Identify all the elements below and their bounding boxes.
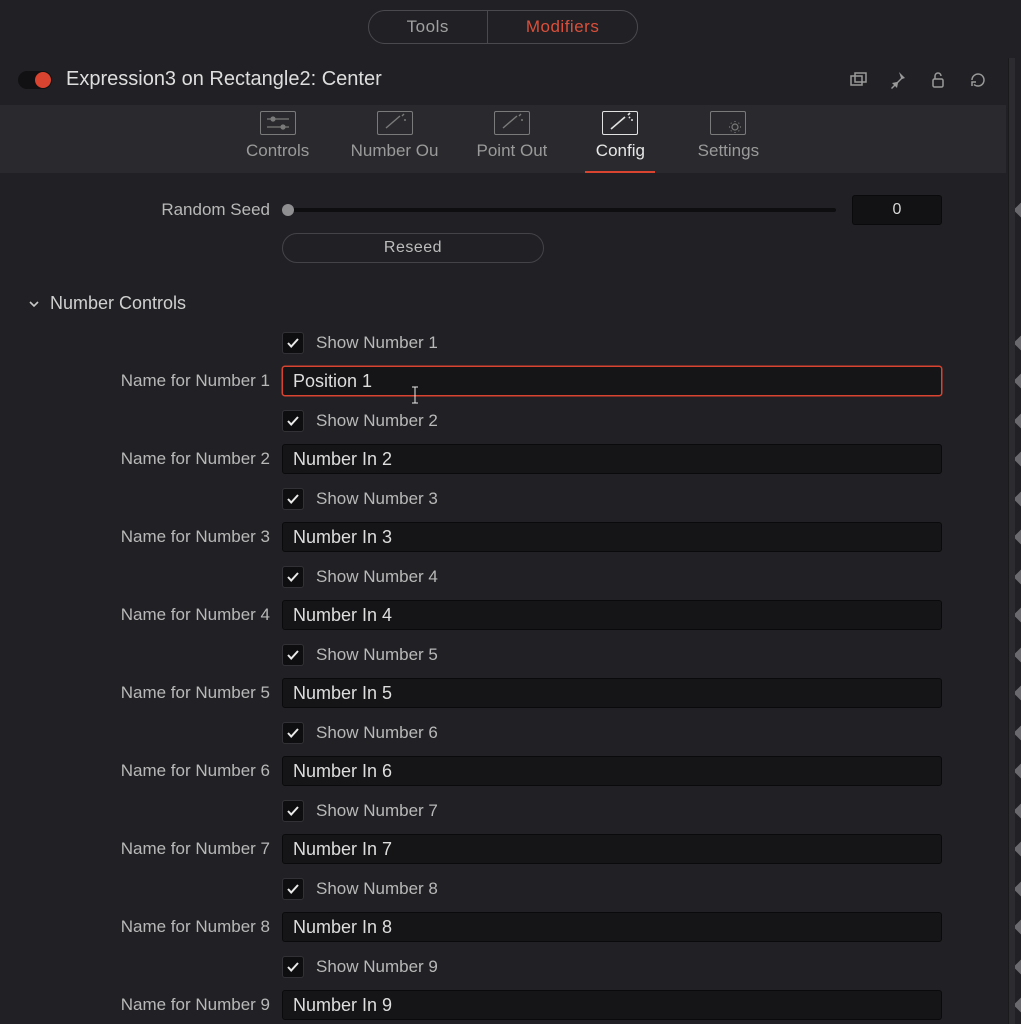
- show-number-9-label: Show Number 9: [316, 957, 438, 977]
- scrollbar[interactable]: [1008, 58, 1015, 1024]
- name-for-number-row: Name for Number 9: [0, 988, 1006, 1022]
- random-seed-value[interactable]: 0: [852, 195, 942, 225]
- subtab-number-out[interactable]: Number Ou: [351, 111, 439, 173]
- wand-sparkle-icon: [602, 111, 638, 135]
- show-number-row: Show Number 2: [0, 404, 1006, 438]
- show-number-1-label: Show Number 1: [316, 333, 438, 353]
- name-for-number-2-label: Name for Number 2: [0, 449, 270, 469]
- windows-icon[interactable]: [848, 70, 868, 90]
- name-for-number-row: Name for Number 8: [0, 910, 1006, 944]
- random-seed-row: Random Seed 0: [0, 193, 1006, 227]
- name-for-number-5-input[interactable]: [282, 678, 942, 708]
- name-for-number-row: Name for Number 5: [0, 676, 1006, 710]
- show-number-row: Show Number 5: [0, 638, 1006, 672]
- lock-open-icon[interactable]: [928, 70, 948, 90]
- show-number-8-label: Show Number 8: [316, 879, 438, 899]
- name-for-number-7-input[interactable]: [282, 834, 942, 864]
- sliders-icon: [260, 111, 296, 135]
- random-seed-slider[interactable]: [282, 208, 836, 212]
- gear-icon: [710, 111, 746, 135]
- name-for-number-8-input[interactable]: [282, 912, 942, 942]
- name-for-number-3-label: Name for Number 3: [0, 527, 270, 547]
- subtab-settings[interactable]: Settings: [693, 111, 763, 173]
- top-tabs: Tools Modifiers: [0, 0, 1006, 44]
- page-title: Expression3 on Rectangle2: Center: [66, 68, 848, 91]
- name-for-number-4-input[interactable]: [282, 600, 942, 630]
- subtab-label: Number Ou: [351, 141, 439, 161]
- tab-modifiers[interactable]: Modifiers: [488, 11, 637, 43]
- name-for-number-row: Name for Number 7: [0, 832, 1006, 866]
- show-number-5-checkbox[interactable]: [282, 644, 304, 666]
- title-row: Expression3 on Rectangle2: Center: [0, 44, 1006, 105]
- show-number-5-label: Show Number 5: [316, 645, 438, 665]
- subtab-label: Point Out: [477, 141, 548, 161]
- reseed-row: Reseed: [0, 231, 1006, 265]
- name-for-number-1-label: Name for Number 1: [0, 371, 270, 391]
- name-for-number-row: Name for Number 3: [0, 520, 1006, 554]
- subtab-label: Settings: [698, 141, 759, 161]
- name-for-number-3-input[interactable]: [282, 522, 942, 552]
- top-tab-segment: Tools Modifiers: [368, 10, 639, 44]
- subtab-label: Config: [596, 141, 645, 161]
- show-number-6-checkbox[interactable]: [282, 722, 304, 744]
- subtab-label: Controls: [246, 141, 309, 161]
- name-for-number-row: Name for Number 1: [0, 364, 1006, 398]
- name-for-number-7-label: Name for Number 7: [0, 839, 270, 859]
- reseed-button[interactable]: Reseed: [282, 233, 544, 263]
- name-for-number-6-input[interactable]: [282, 756, 942, 786]
- show-number-row: Show Number 8: [0, 872, 1006, 906]
- reset-icon[interactable]: [968, 70, 988, 90]
- subtab-bar: Controls Number Ou Point Out: [0, 105, 1006, 173]
- show-number-6-label: Show Number 6: [316, 723, 438, 743]
- show-number-3-label: Show Number 3: [316, 489, 438, 509]
- name-for-number-2-input[interactable]: [282, 444, 942, 474]
- title-actions: [848, 70, 988, 90]
- wand-icon: [494, 111, 530, 135]
- name-for-number-9-label: Name for Number 9: [0, 995, 270, 1015]
- subtab-point-out[interactable]: Point Out: [477, 111, 548, 173]
- show-number-4-label: Show Number 4: [316, 567, 438, 587]
- show-number-2-label: Show Number 2: [316, 411, 438, 431]
- pin-icon[interactable]: [888, 70, 908, 90]
- slider-thumb[interactable]: [282, 204, 294, 216]
- enable-toggle-knob: [35, 72, 51, 88]
- random-seed-label: Random Seed: [0, 200, 270, 220]
- section-title: Number Controls: [50, 293, 186, 314]
- name-for-number-row: Name for Number 2: [0, 442, 1006, 476]
- section-number-controls[interactable]: Number Controls: [0, 271, 1006, 326]
- show-number-1-checkbox[interactable]: [282, 332, 304, 354]
- params-area: Random Seed 0 Reseed Number Controls: [0, 173, 1006, 1022]
- show-number-9-checkbox[interactable]: [282, 956, 304, 978]
- show-number-4-checkbox[interactable]: [282, 566, 304, 588]
- subtab-config[interactable]: Config: [585, 111, 655, 173]
- show-number-row: Show Number 1: [0, 326, 1006, 360]
- name-for-number-8-label: Name for Number 8: [0, 917, 270, 937]
- show-number-row: Show Number 3: [0, 482, 1006, 516]
- show-number-3-checkbox[interactable]: [282, 488, 304, 510]
- show-number-2-checkbox[interactable]: [282, 410, 304, 432]
- name-for-number-4-label: Name for Number 4: [0, 605, 270, 625]
- name-for-number-row: Name for Number 6: [0, 754, 1006, 788]
- name-for-number-row: Name for Number 4: [0, 598, 1006, 632]
- name-for-number-5-label: Name for Number 5: [0, 683, 270, 703]
- show-number-row: Show Number 6: [0, 716, 1006, 750]
- tab-tools[interactable]: Tools: [369, 11, 487, 43]
- show-number-7-label: Show Number 7: [316, 801, 438, 821]
- name-for-number-1-input[interactable]: [282, 366, 942, 396]
- show-number-row: Show Number 7: [0, 794, 1006, 828]
- subtab-controls[interactable]: Controls: [243, 111, 313, 173]
- wand-icon: [377, 111, 413, 135]
- show-number-row: Show Number 9: [0, 950, 1006, 984]
- name-for-number-6-label: Name for Number 6: [0, 761, 270, 781]
- show-number-row: Show Number 4: [0, 560, 1006, 594]
- show-number-8-checkbox[interactable]: [282, 878, 304, 900]
- enable-toggle[interactable]: [18, 71, 52, 89]
- chevron-down-icon: [28, 298, 40, 310]
- name-for-number-9-input[interactable]: [282, 990, 942, 1020]
- show-number-7-checkbox[interactable]: [282, 800, 304, 822]
